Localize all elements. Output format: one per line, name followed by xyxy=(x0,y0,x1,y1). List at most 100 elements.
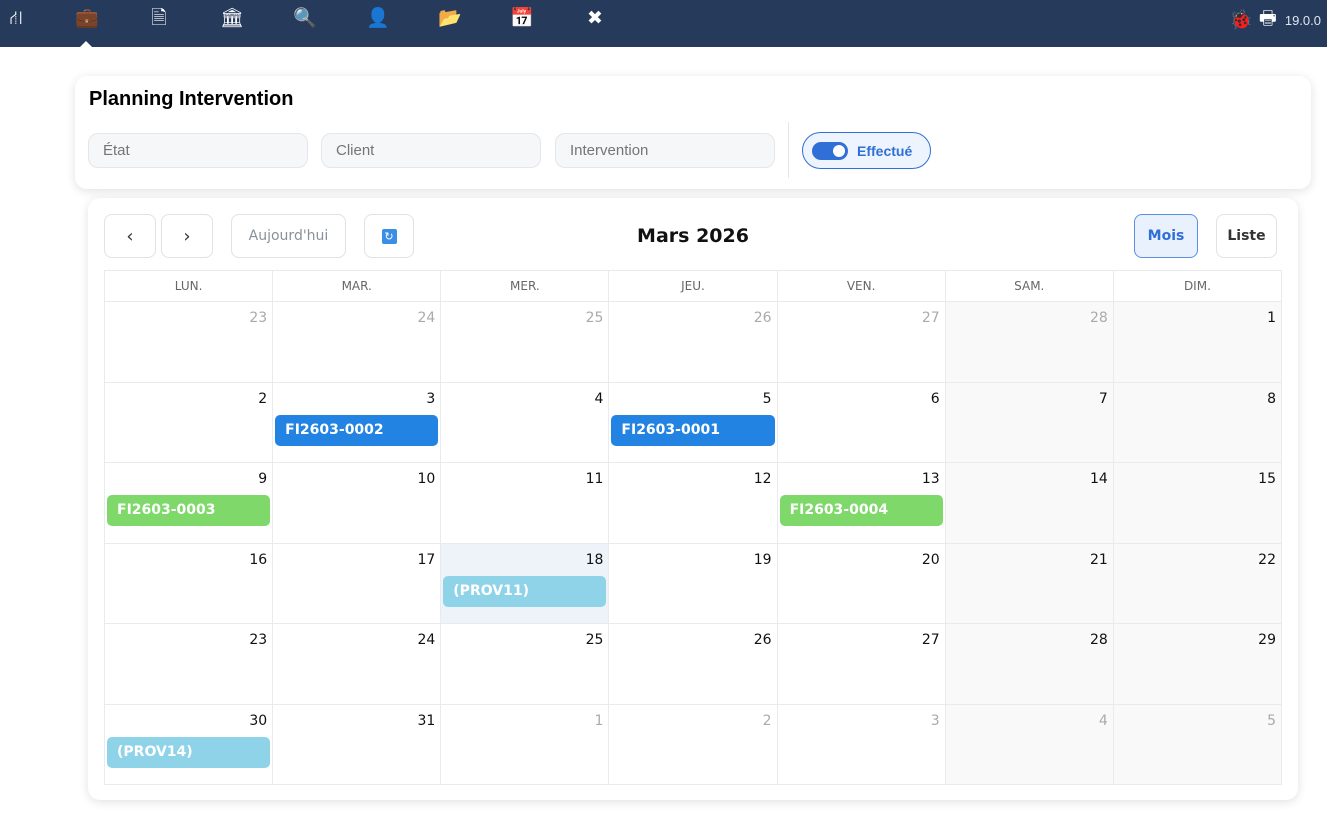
day-number[interactable]: 15 xyxy=(1258,471,1276,487)
today-button[interactable]: Aujourd'hui xyxy=(231,214,346,258)
day-cell[interactable]: 24 xyxy=(273,624,442,705)
intervention-select[interactable] xyxy=(555,133,775,168)
day-cell[interactable]: 24 xyxy=(273,302,442,383)
day-number[interactable]: 23 xyxy=(249,310,267,326)
briefcase-icon[interactable]: 💼 xyxy=(73,6,101,32)
day-number[interactable]: 12 xyxy=(754,471,772,487)
calendar-event[interactable]: FI2603-0002 xyxy=(275,414,439,446)
day-cell[interactable]: 31 xyxy=(273,704,442,785)
folder-open-icon[interactable]: 📂 xyxy=(436,6,464,32)
day-cell[interactable]: 22 xyxy=(1113,543,1282,624)
day-cell[interactable]: 1 xyxy=(441,704,610,785)
day-number[interactable]: 2 xyxy=(258,391,267,407)
day-cell[interactable]: 2 xyxy=(609,704,778,785)
day-number[interactable]: 18 xyxy=(586,552,604,568)
day-number[interactable]: 20 xyxy=(922,552,940,568)
day-cell[interactable]: 6 xyxy=(777,382,946,463)
day-number[interactable]: 4 xyxy=(595,391,604,407)
day-number[interactable]: 26 xyxy=(754,632,772,648)
day-number[interactable]: 22 xyxy=(1258,552,1276,568)
day-cell[interactable]: 3 FI2603-0002 xyxy=(273,382,442,463)
day-cell[interactable]: 14 xyxy=(945,463,1114,544)
day-number[interactable]: 24 xyxy=(417,632,435,648)
calendar-event[interactable]: FI2603-0004 xyxy=(779,495,943,526)
day-cell[interactable]: 11 xyxy=(441,463,610,544)
day-number[interactable]: 10 xyxy=(417,471,435,487)
day-number[interactable]: 5 xyxy=(763,391,772,407)
calendar-event[interactable]: FI2603-0001 xyxy=(611,414,775,446)
day-number[interactable]: 16 xyxy=(249,552,267,568)
day-cell[interactable]: 5 FI2603-0001 xyxy=(609,382,778,463)
day-number[interactable]: 29 xyxy=(1258,632,1276,648)
calendar-event[interactable]: (PROV14) xyxy=(107,736,271,768)
calendar-event[interactable]: FI2603-0003 xyxy=(107,495,271,526)
day-cell[interactable]: 19 xyxy=(609,543,778,624)
print-icon[interactable]: 🖶 xyxy=(1259,4,1277,36)
day-number[interactable]: 9 xyxy=(258,471,267,487)
day-cell[interactable]: 13 FI2603-0004 xyxy=(777,463,946,544)
toggle-switch[interactable] xyxy=(812,141,848,160)
day-cell[interactable]: 27 xyxy=(777,302,946,383)
day-number[interactable]: 7 xyxy=(1099,391,1108,407)
day-cell-today[interactable]: 18 (PROV11) xyxy=(441,543,610,624)
day-number[interactable]: 1 xyxy=(1267,310,1276,326)
day-number[interactable]: 4 xyxy=(1099,713,1108,729)
day-cell[interactable]: 8 xyxy=(1113,382,1282,463)
day-cell[interactable]: 5 xyxy=(1113,704,1282,785)
day-number[interactable]: 19 xyxy=(754,552,772,568)
day-number[interactable]: 13 xyxy=(922,471,940,487)
view-list-button[interactable]: Liste xyxy=(1216,214,1277,258)
day-cell[interactable]: 10 xyxy=(273,463,442,544)
day-number[interactable]: 23 xyxy=(249,632,267,648)
day-cell[interactable]: 26 xyxy=(609,624,778,705)
sitemap-icon[interactable]: ⛙ xyxy=(2,6,30,32)
day-cell[interactable]: 28 xyxy=(945,302,1114,383)
day-number[interactable]: 14 xyxy=(1090,471,1108,487)
day-cell[interactable]: 27 xyxy=(777,624,946,705)
day-number[interactable]: 27 xyxy=(922,310,940,326)
day-number[interactable]: 8 xyxy=(1267,391,1276,407)
calendar-event[interactable]: (PROV11) xyxy=(443,575,607,607)
day-cell[interactable]: 25 xyxy=(441,624,610,705)
day-number[interactable]: 27 xyxy=(922,632,940,648)
day-cell[interactable]: 16 xyxy=(105,543,274,624)
day-cell[interactable]: 30 (PROV14) xyxy=(105,704,274,785)
prev-month-button[interactable]: ‹ xyxy=(104,214,156,258)
user-tie-icon[interactable]: 👤 xyxy=(364,6,392,32)
day-cell[interactable]: 12 xyxy=(609,463,778,544)
day-number[interactable]: 30 xyxy=(249,713,267,729)
day-cell[interactable]: 2 xyxy=(105,382,274,463)
day-number[interactable]: 2 xyxy=(763,713,772,729)
day-cell[interactable]: 21 xyxy=(945,543,1114,624)
view-month-button[interactable]: Mois xyxy=(1134,214,1198,258)
day-number[interactable]: 3 xyxy=(426,391,435,407)
day-number[interactable]: 1 xyxy=(595,713,604,729)
day-cell[interactable]: 15 xyxy=(1113,463,1282,544)
client-select[interactable] xyxy=(321,133,541,168)
day-cell[interactable]: 17 xyxy=(273,543,442,624)
day-number[interactable]: 21 xyxy=(1090,552,1108,568)
day-number[interactable]: 25 xyxy=(586,632,604,648)
day-number[interactable]: 28 xyxy=(1090,632,1108,648)
effectue-toggle[interactable]: Effectué xyxy=(802,132,931,169)
bug-icon[interactable]: 🐞 xyxy=(1229,8,1253,32)
etat-select[interactable] xyxy=(88,133,308,168)
day-cell[interactable]: 3 xyxy=(777,704,946,785)
day-number[interactable]: 31 xyxy=(417,713,435,729)
day-number[interactable]: 28 xyxy=(1090,310,1108,326)
day-cell[interactable]: 20 xyxy=(777,543,946,624)
day-number[interactable]: 5 xyxy=(1267,713,1276,729)
search-dollar-icon[interactable]: 🔍 xyxy=(291,6,319,32)
day-cell[interactable]: 1 xyxy=(1113,302,1282,383)
day-number[interactable]: 11 xyxy=(586,471,604,487)
day-cell[interactable]: 23 xyxy=(105,624,274,705)
day-cell[interactable]: 25 xyxy=(441,302,610,383)
day-cell[interactable]: 23 xyxy=(105,302,274,383)
day-cell[interactable]: 4 xyxy=(441,382,610,463)
bank-icon[interactable]: 🏛 xyxy=(218,6,246,32)
invoice-icon[interactable]: 🗎 xyxy=(145,6,173,32)
day-number[interactable]: 6 xyxy=(931,391,940,407)
next-month-button[interactable]: › xyxy=(161,214,213,258)
day-cell[interactable]: 28 xyxy=(945,624,1114,705)
tools-icon[interactable]: ✖ xyxy=(581,6,609,32)
